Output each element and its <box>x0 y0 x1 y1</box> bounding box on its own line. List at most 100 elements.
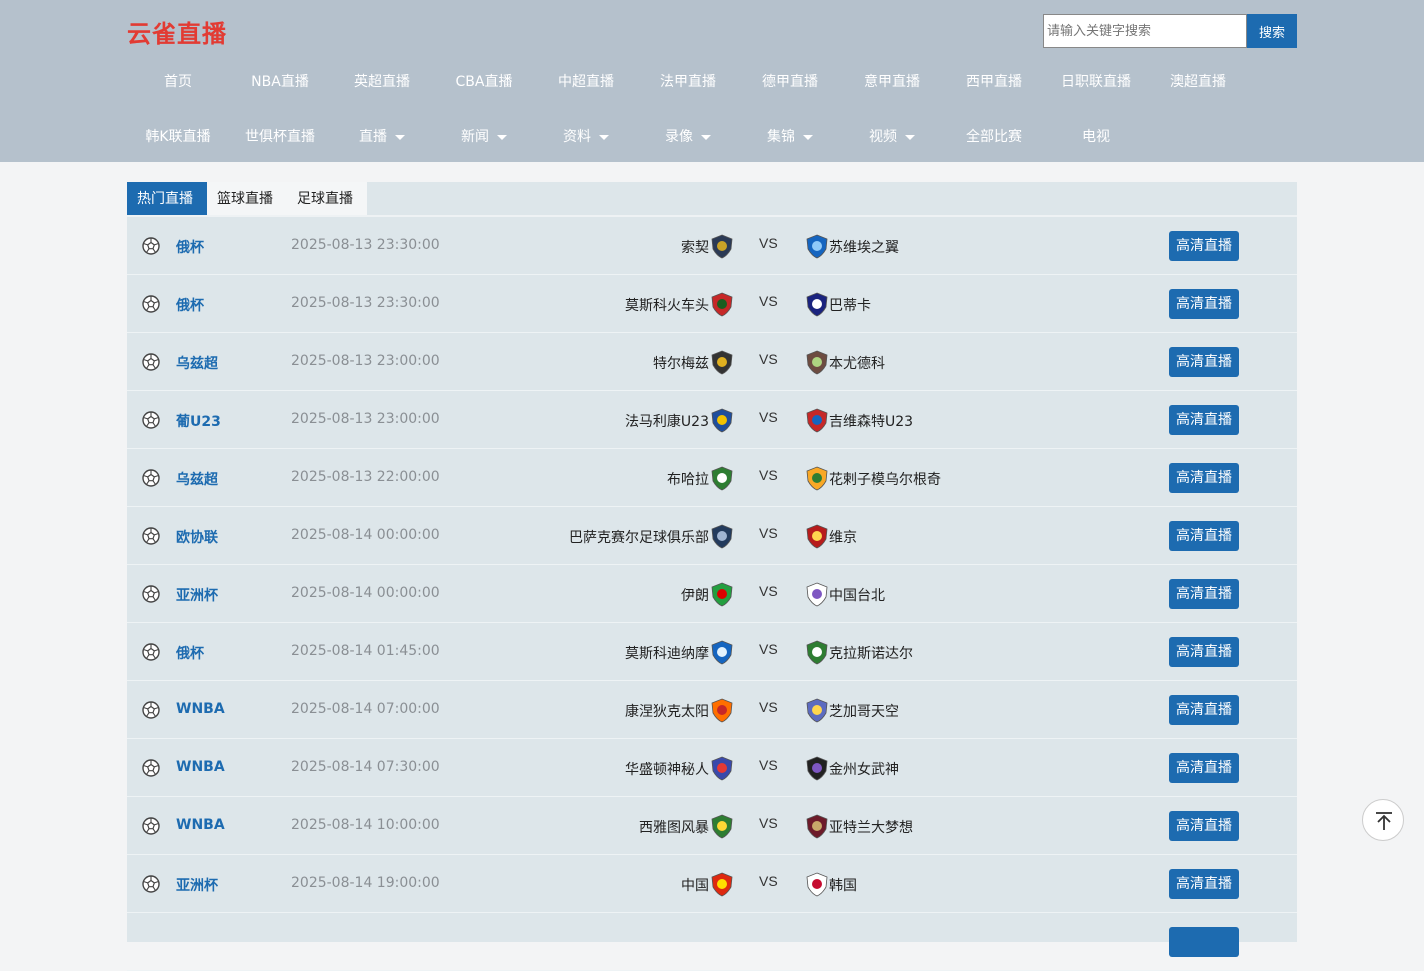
nav-item[interactable]: 意甲直播 <box>841 71 943 91</box>
nav-item[interactable]: 日职联直播 <box>1045 71 1147 91</box>
hd-live-button[interactable]: 高清直播 <box>1169 521 1239 551</box>
league-name[interactable]: 俄杯 <box>176 643 204 663</box>
nav-item[interactable]: 首页 <box>127 71 229 91</box>
away-team-logo-icon <box>806 814 828 839</box>
nav-item-label: 视频 <box>869 129 897 145</box>
league-name[interactable]: 乌兹超 <box>176 469 218 489</box>
home-team-name: 莫斯科火车头 <box>625 298 709 314</box>
match-row: 乌兹超 2025-08-13 22:00:00 布哈拉 VS 花剌子模乌尔根奇 高清直播 <box>127 449 1297 507</box>
match-row: WNBA 2025-08-14 07:30:00 华盛顿神秘人 VS 金州女武神 高清直播 <box>127 739 1297 797</box>
vs-label: VS <box>759 409 778 425</box>
nav-item[interactable]: 澳超直播 <box>1147 71 1249 91</box>
nav-item[interactable]: 德甲直播 <box>739 71 841 91</box>
home-team-logo-icon <box>711 814 733 839</box>
home-team-name: 巴萨克赛尔足球俱乐部 <box>569 530 709 546</box>
vs-label: VS <box>759 583 778 599</box>
soccer-ball-icon <box>142 469 160 487</box>
hd-live-button[interactable]: 高清直播 <box>1169 695 1239 725</box>
match-time: 2025-08-14 07:30:00 <box>291 759 440 775</box>
soccer-ball-icon <box>142 759 160 777</box>
hd-live-button[interactable]: 高清直播 <box>1169 637 1239 667</box>
league-name[interactable]: 乌兹超 <box>176 353 218 373</box>
caret-down-icon <box>701 134 711 140</box>
hd-live-button[interactable]: 高清直播 <box>1169 289 1239 319</box>
nav-item[interactable]: 世俱杯直播 <box>229 126 331 146</box>
hd-live-button[interactable]: 高清直播 <box>1169 811 1239 841</box>
search-button[interactable]: 搜索 <box>1247 14 1297 48</box>
nav-item[interactable]: 中超直播 <box>535 71 637 91</box>
soccer-ball-icon <box>142 701 160 719</box>
soccer-ball-icon <box>142 411 160 429</box>
nav-item[interactable]: 西甲直播 <box>943 71 1045 91</box>
hd-live-button[interactable]: 高清直播 <box>1169 463 1239 493</box>
tab-hot-live[interactable]: 热门直播 <box>127 182 207 216</box>
match-time: 2025-08-13 23:00:00 <box>291 411 440 427</box>
away-team-name: 维京 <box>829 530 857 546</box>
hd-live-button[interactable] <box>1169 927 1239 957</box>
nav-item[interactable]: NBA直播 <box>229 71 331 91</box>
nav-item[interactable]: 新闻 <box>433 126 535 146</box>
home-team-name: 布哈拉 <box>667 472 709 488</box>
league-name[interactable]: WNBA <box>176 701 225 717</box>
nav-item[interactable]: 英超直播 <box>331 71 433 91</box>
home-team-name: 索契 <box>681 240 709 256</box>
match-time: 2025-08-13 23:00:00 <box>291 353 440 369</box>
nav-item[interactable]: 资料 <box>535 126 637 146</box>
site-logo[interactable]: 云雀直播 <box>127 14 227 49</box>
vs-label: VS <box>759 641 778 657</box>
nav-item[interactable]: 录像 <box>637 126 739 146</box>
home-team-name: 法马利康U23 <box>624 414 709 430</box>
back-to-top-button[interactable] <box>1362 799 1404 841</box>
league-name[interactable]: 亚洲杯 <box>176 875 218 895</box>
match-row-partial <box>127 913 1297 971</box>
league-name[interactable]: 亚洲杯 <box>176 585 218 605</box>
nav-item[interactable]: 直播 <box>331 126 433 146</box>
search-input[interactable] <box>1043 14 1247 48</box>
caret-down-icon <box>599 134 609 140</box>
caret-down-icon <box>497 134 507 140</box>
league-name[interactable]: 欧协联 <box>176 527 218 547</box>
vs-label: VS <box>759 873 778 889</box>
match-row: WNBA 2025-08-14 07:00:00 康涅狄克太阳 VS 芝加哥天空 高清直播 <box>127 681 1297 739</box>
nav-item[interactable]: 视频 <box>841 126 943 146</box>
nav-item[interactable]: 全部比赛 <box>943 126 1045 146</box>
nav-item-label: 新闻 <box>461 129 489 145</box>
nav-item-label: 韩K联直播 <box>145 129 211 145</box>
vs-label: VS <box>759 467 778 483</box>
hd-live-button[interactable]: 高清直播 <box>1169 579 1239 609</box>
nav-item[interactable]: CBA直播 <box>433 71 535 91</box>
match-time: 2025-08-14 07:00:00 <box>291 701 440 717</box>
nav-item-label: 资料 <box>563 129 591 145</box>
home-team-logo-icon <box>711 292 733 317</box>
vs-label: VS <box>759 235 778 251</box>
away-team-name: 金州女武神 <box>829 762 899 778</box>
home-team-name: 华盛顿神秘人 <box>625 762 709 778</box>
tab-basketball-live[interactable]: 篮球直播 <box>207 182 287 216</box>
home-team-logo-icon <box>711 350 733 375</box>
vs-label: VS <box>759 757 778 773</box>
tab-football-live[interactable]: 足球直播 <box>287 182 367 216</box>
nav-item[interactable]: 集锦 <box>739 126 841 146</box>
hd-live-button[interactable]: 高清直播 <box>1169 231 1239 261</box>
league-name[interactable]: 俄杯 <box>176 237 204 257</box>
hd-live-button[interactable]: 高清直播 <box>1169 405 1239 435</box>
hd-live-button[interactable]: 高清直播 <box>1169 347 1239 377</box>
match-row: 乌兹超 2025-08-13 23:00:00 特尔梅兹 VS 本尤德科 高清直播 <box>127 333 1297 391</box>
hd-live-button[interactable]: 高清直播 <box>1169 753 1239 783</box>
away-team-name: 中国台北 <box>829 588 885 604</box>
league-name[interactable]: WNBA <box>176 759 225 775</box>
match-row: 俄杯 2025-08-14 01:45:00 莫斯科迪纳摩 VS 克拉斯诺达尔 高清直播 <box>127 623 1297 681</box>
away-team-name: 亚特兰大梦想 <box>829 820 913 836</box>
league-name[interactable]: 俄杯 <box>176 295 204 315</box>
league-name[interactable]: 葡U23 <box>176 411 221 431</box>
soccer-ball-icon <box>142 295 160 313</box>
league-name[interactable]: WNBA <box>176 817 225 833</box>
nav-item[interactable]: 法甲直播 <box>637 71 739 91</box>
nav-item[interactable]: 韩K联直播 <box>127 126 229 146</box>
home-team-logo-icon <box>711 466 733 491</box>
match-row: 亚洲杯 2025-08-14 00:00:00 伊朗 VS 中国台北 高清直播 <box>127 565 1297 623</box>
away-team-logo-icon <box>806 292 828 317</box>
away-team-logo-icon <box>806 524 828 549</box>
nav-item[interactable]: 电视 <box>1045 126 1147 146</box>
hd-live-button[interactable]: 高清直播 <box>1169 869 1239 899</box>
